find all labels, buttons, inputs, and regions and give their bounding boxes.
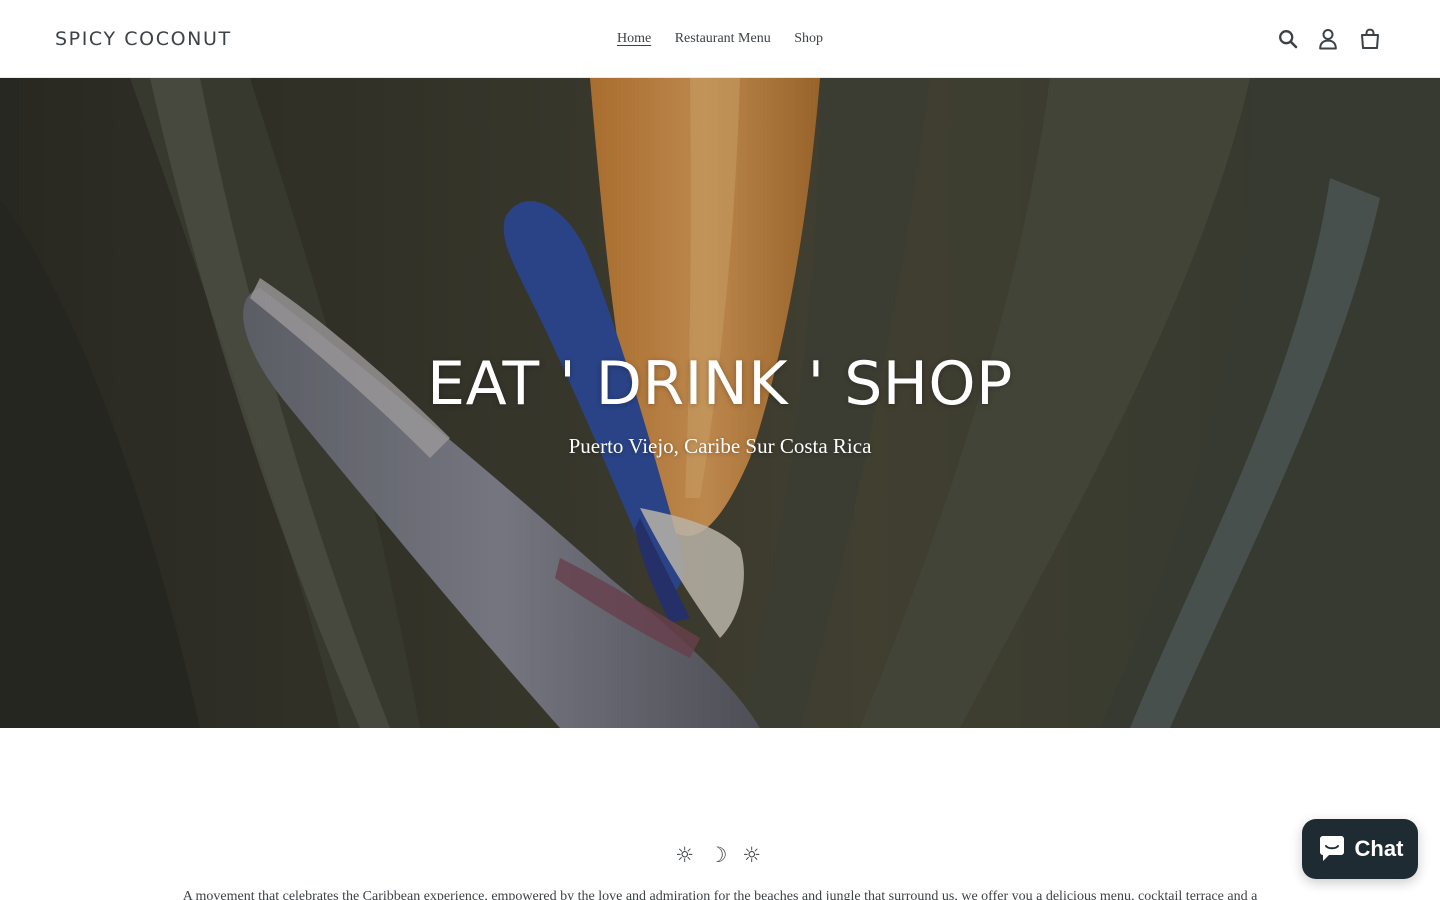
chat-bubble-icon xyxy=(1319,836,1344,861)
cart-icon[interactable] xyxy=(1355,24,1385,54)
nav-link-restaurant-menu[interactable]: Restaurant Menu xyxy=(675,29,771,49)
site-header: SPICY COCONUT Home Restaurant Menu Shop xyxy=(0,0,1440,78)
account-icon[interactable] xyxy=(1313,24,1343,54)
search-icon[interactable] xyxy=(1273,24,1303,54)
main-navigation: Home Restaurant Menu Shop xyxy=(0,29,1440,49)
nav-link-home[interactable]: Home xyxy=(617,29,651,49)
intro-text: A movement that celebrates the Caribbean… xyxy=(182,889,1258,900)
hero-title: EAT ' DRINK ' SHOP xyxy=(427,349,1013,419)
chat-button[interactable]: Chat xyxy=(1302,819,1418,879)
hero-subtitle: Puerto Viejo, Caribe Sur Costa Rica xyxy=(568,434,872,458)
chat-label: Chat xyxy=(1354,836,1404,861)
hero-banner: EAT ' DRINK ' SHOP Puerto Viejo, Caribe … xyxy=(0,78,1440,728)
nav-link-shop[interactable]: Shop xyxy=(794,29,823,49)
intro-symbols: ☼ ☽ ☼ xyxy=(675,843,765,867)
